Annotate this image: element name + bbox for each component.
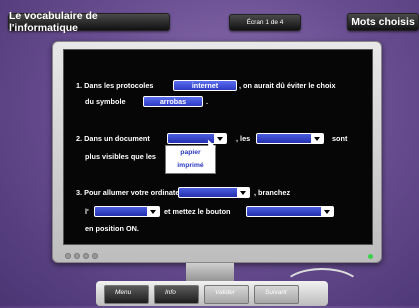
ex2-text-b: , les xyxy=(236,134,251,143)
top-bar: Le vocabulaire de l'informatique Écran 1… xyxy=(0,0,419,40)
ex1-text-d: . xyxy=(206,97,209,106)
info-key[interactable]: Info xyxy=(154,285,199,304)
ex3-text-c: l' xyxy=(85,207,89,216)
speaker-dots xyxy=(65,253,98,259)
ex3-text-b: , branchez xyxy=(254,188,291,197)
activity-title: Le vocabulaire de l'informatique xyxy=(8,10,170,34)
chevron-down-icon[interactable] xyxy=(237,188,249,197)
ex3-select-1[interactable] xyxy=(178,187,250,198)
ex3-text-d: et mettez le bouton xyxy=(164,207,231,216)
ex1-answer-1[interactable]: internet xyxy=(173,80,237,91)
keyboard-keys: Menu Info Valider Suivant xyxy=(104,285,299,304)
ex2-text-c: sont xyxy=(332,134,348,143)
chevron-down-icon[interactable] xyxy=(311,134,323,143)
ex1-text-a: 1. Dans les protocoles xyxy=(76,81,154,90)
ex2-select-2[interactable] xyxy=(256,133,324,144)
monitor-bezel xyxy=(53,246,383,264)
ex1-answer-2[interactable]: arrobas xyxy=(143,96,203,107)
dropdown-option[interactable]: imprimé xyxy=(166,159,215,172)
power-led-icon xyxy=(368,254,373,259)
ex2-text-d: plus visibles que les xyxy=(85,152,156,161)
ex3-text-e: en position ON. xyxy=(85,224,139,233)
ex2-select-1[interactable] xyxy=(167,133,227,144)
monitor-stand xyxy=(186,263,234,283)
chevron-down-icon[interactable] xyxy=(214,134,226,143)
validate-key[interactable]: Valider xyxy=(204,285,249,304)
monitor-screen: 1. Dans les protocoles internet , on aur… xyxy=(63,49,373,245)
ex2-text-a: 2. Dans un document xyxy=(76,134,150,143)
ex3-select-2[interactable] xyxy=(94,206,160,217)
mode-label: Mots choisis xyxy=(347,13,419,31)
monitor: 1. Dans les protocoles internet , on aur… xyxy=(52,41,382,263)
ex3-select-3[interactable] xyxy=(246,206,334,217)
chevron-down-icon[interactable] xyxy=(147,207,159,216)
chevron-down-icon[interactable] xyxy=(321,207,333,216)
menu-key[interactable]: Menu xyxy=(104,285,149,304)
next-key[interactable]: Suivant xyxy=(254,285,299,304)
ex1-text-b: , on aurait dû éviter le choix xyxy=(239,81,336,90)
screen-counter: Écran 1 de 4 xyxy=(229,14,301,31)
ex3-text-a: 3. Pour allumer votre ordinateur xyxy=(76,188,187,197)
ex1-text-c: du symbole xyxy=(85,97,126,106)
